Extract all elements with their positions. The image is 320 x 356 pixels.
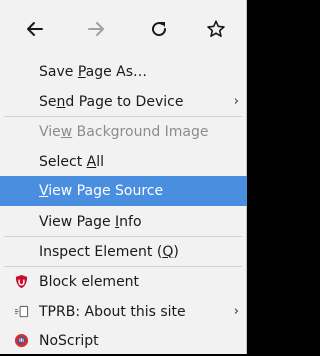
reload-button[interactable] <box>143 13 175 45</box>
menu-item-label: Block element <box>39 273 140 290</box>
menu-item-label: View Page Info <box>39 213 142 230</box>
menu-item-tprb-about-this-site[interactable]: TPRB: About this site › <box>0 296 247 327</box>
back-button[interactable] <box>19 13 51 45</box>
menu-item-noscript[interactable]: NoScript <box>0 325 247 356</box>
star-icon <box>207 20 225 37</box>
context-menu: Save Page As… Send Page to Device › View… <box>0 0 247 354</box>
noscript-icon <box>14 333 29 348</box>
menu-item-label: View Background Image <box>39 123 209 140</box>
bookmark-button[interactable] <box>200 13 232 45</box>
menu-item-label: TPRB: About this site <box>39 303 186 320</box>
arrow-left-icon <box>27 22 43 36</box>
menu-item-view-background-image: View Background Image <box>0 116 247 147</box>
navigation-bar <box>0 0 247 57</box>
menu-item-view-page-source[interactable]: View Page Source <box>0 176 247 206</box>
menu-item-label: Save Page As… <box>39 63 148 80</box>
menu-item-block-element[interactable]: Block element <box>0 266 247 297</box>
menu-item-send-page-to-device[interactable]: Send Page to Device › <box>0 86 247 117</box>
menu-item-label: Inspect Element (Q) <box>39 243 179 260</box>
forward-button[interactable] <box>80 13 112 45</box>
menu-item-label: View Page Source <box>39 183 164 199</box>
tprb-icon <box>14 305 29 318</box>
menu-item-label: Select All <box>39 153 104 170</box>
menu-item-label: NoScript <box>39 332 99 349</box>
arrow-right-icon <box>88 22 104 36</box>
ublock-shield-icon <box>15 274 28 289</box>
menu-item-view-page-info[interactable]: View Page Info <box>0 206 247 237</box>
menu-item-select-all[interactable]: Select All <box>0 146 247 177</box>
menu-item-save-page-as[interactable]: Save Page As… <box>0 56 247 87</box>
menu-item-label: Send Page to Device <box>39 93 184 110</box>
menu-item-inspect-element[interactable]: Inspect Element (Q) <box>0 236 247 267</box>
submenu-arrow-icon: › <box>233 304 239 319</box>
submenu-arrow-icon: › <box>233 94 239 109</box>
reload-icon <box>152 22 167 37</box>
